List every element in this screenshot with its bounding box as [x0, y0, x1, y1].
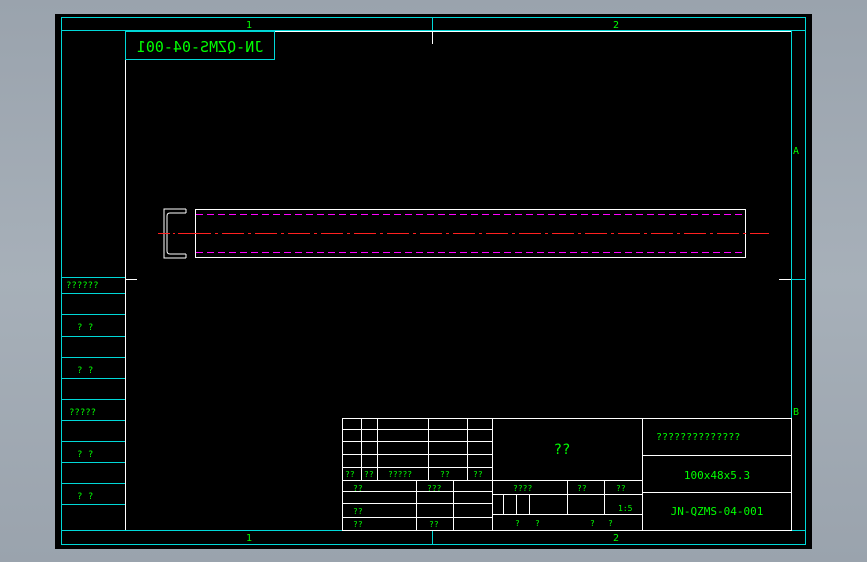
rev-header-2: ?? — [364, 470, 374, 479]
sheet-label-4: ? — [608, 519, 613, 528]
sign-row-3-label: ?? — [353, 520, 363, 529]
left-strip-label-6: ? ? — [77, 492, 93, 502]
company-name: ?? — [554, 442, 571, 458]
zone-label-top-2: 2 — [613, 20, 619, 31]
stage-header-1: ???? — [513, 484, 532, 493]
outer-frame — [61, 17, 806, 545]
left-strip-label-1: ?????? — [66, 281, 99, 291]
rev-header-4: ?? — [440, 470, 450, 479]
part-name: ?????????????? — [656, 432, 740, 443]
drawing-sheet: 1 2 1 2 A B JN-QZMS-04-001 ?????? ? ? ? … — [61, 17, 806, 545]
zone-label-bottom-1: 1 — [246, 533, 252, 544]
sign-row-1-label: ?? — [353, 484, 363, 493]
rev-header-3: ????? — [388, 470, 412, 479]
sheet-label-1: ? — [515, 519, 520, 528]
stage-header-3: ?? — [616, 484, 626, 493]
zone-label-right-b: B — [793, 407, 799, 418]
part-drawing — [158, 208, 769, 259]
sheet-label-2: ? — [535, 519, 540, 528]
rev-header-1: ?? — [345, 470, 355, 479]
zone-label-bottom-2: 2 — [613, 533, 619, 544]
part-spec: 100x48x5.3 — [684, 469, 750, 482]
sheet-label-3: ? — [590, 519, 595, 528]
left-strip-label-3: ? ? — [77, 366, 93, 376]
sign-row-1-mid: ??? — [427, 484, 442, 493]
left-strip-label-5: ? ? — [77, 450, 93, 460]
sign-row-2-label: ?? — [353, 507, 363, 516]
left-strip-label-2: ? ? — [77, 323, 93, 333]
zone-label-top-1: 1 — [246, 20, 252, 31]
sign-row-3-mid: ?? — [429, 520, 439, 529]
zone-label-right-a: A — [793, 146, 799, 157]
drawing-canvas: 1 2 1 2 A B JN-QZMS-04-001 ?????? ? ? ? … — [55, 14, 812, 549]
rev-header-5: ?? — [473, 470, 483, 479]
drawing-number: JN-QZMS-04-001 — [671, 505, 764, 518]
drawing-number-mirrored: JN-QZMS-04-001 — [137, 38, 263, 56]
stage-header-2: ?? — [577, 484, 587, 493]
left-strip: ?????? ? ? ? ? ????? ? ? ? ? — [61, 277, 125, 505]
title-block: ?? ?? ????? ?? ?? ?? ??? ?? ?? ?? ?? ???… — [342, 418, 792, 531]
scale-value: 1:5 — [618, 504, 633, 513]
left-strip-label-4: ????? — [69, 408, 96, 418]
